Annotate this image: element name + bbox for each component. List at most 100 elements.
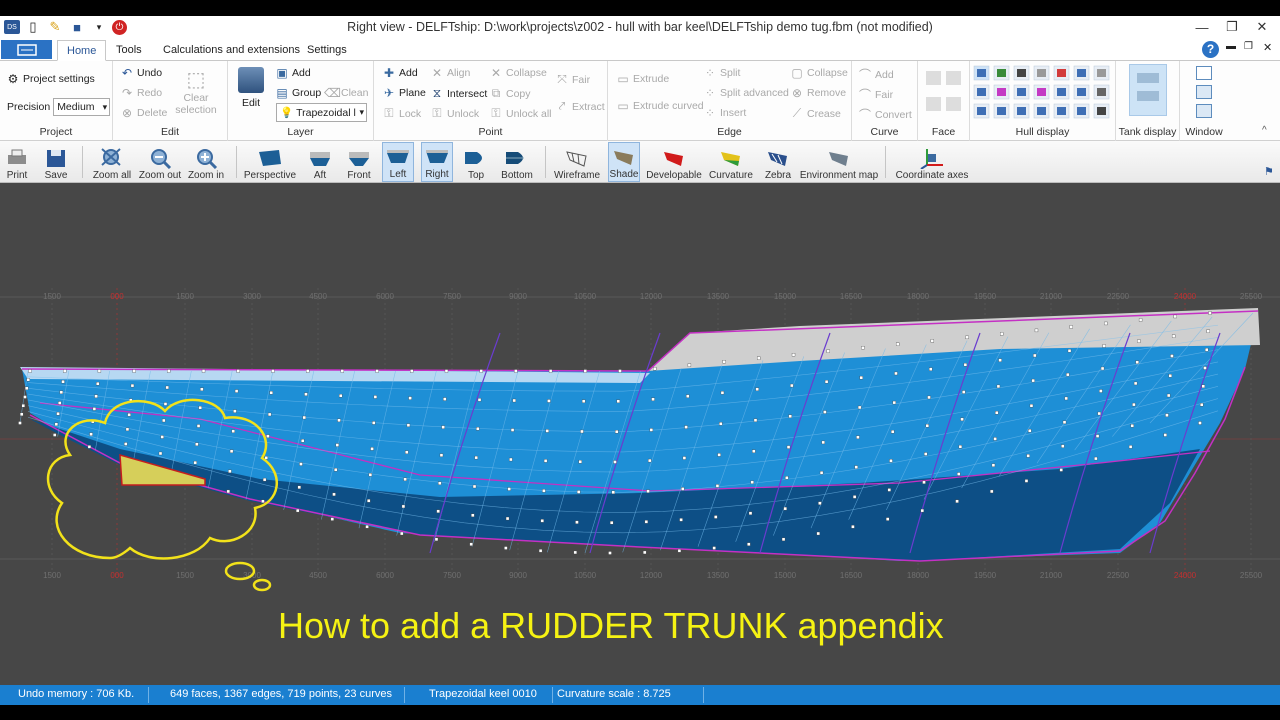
right-view-button[interactable]: Right	[421, 142, 453, 182]
face-mirror-icon[interactable]	[926, 97, 941, 111]
point-unlock-all-button[interactable]: ⚿ Unlock all	[489, 106, 551, 121]
minimize-button[interactable]: —	[1187, 16, 1217, 38]
face-icon[interactable]	[926, 71, 941, 85]
bottom-view-button[interactable]: Bottom	[498, 142, 536, 182]
control-point	[130, 383, 135, 388]
ruler-tick-label: 22500	[1107, 292, 1130, 301]
curvature-button[interactable]: Curvature	[708, 142, 754, 182]
perspective-view-button[interactable]: Perspective	[244, 142, 296, 182]
window-cascade-icon[interactable]	[1196, 104, 1212, 118]
app-logo-icon[interactable]: DS	[4, 20, 20, 34]
environment-map-button[interactable]: Environment map	[800, 142, 878, 182]
open-file-icon[interactable]: ✎	[46, 18, 64, 36]
control-point	[955, 499, 959, 503]
shade-button[interactable]: Shade	[608, 142, 640, 182]
face-extrude-icon[interactable]	[946, 97, 961, 111]
edge-extrude-button[interactable]: ▭ Extrude	[616, 72, 669, 86]
ribbon-close-icon[interactable]: ✕	[1263, 41, 1272, 54]
collapse-ribbon-icon[interactable]: ^	[1262, 125, 1267, 136]
new-file-icon[interactable]: ▯	[24, 18, 42, 36]
restore-button[interactable]: ❐	[1217, 16, 1247, 38]
group-point: ✚ Add ✈ Plane ⚿ Lock ✕ Align ⧖ Intersect…	[374, 61, 608, 141]
layer-add-button[interactable]: ▣ Add	[275, 66, 310, 80]
clear-selection-button[interactable]: ⬚ Clear selection	[175, 67, 217, 116]
point-fair-button[interactable]: ⤧ Fair	[555, 72, 590, 87]
point-unlock-button[interactable]: ⚿ Unlock	[430, 106, 479, 121]
layer-edit-label: Edit	[241, 97, 261, 109]
print-button[interactable]: Print	[2, 142, 32, 182]
edge-extrude-curved-button[interactable]: ▭ Extrude curved	[616, 99, 703, 113]
zoom-out-button[interactable]: Zoom out	[138, 142, 182, 182]
edge-collapse-button[interactable]: ▢ Collapse	[790, 66, 848, 80]
point-intersect-button[interactable]: ⧖ Intersect	[430, 86, 488, 101]
redo-button[interactable]: ↷ Redo	[120, 86, 162, 100]
precision-select[interactable]: Medium ▾	[53, 98, 111, 116]
ribbon-restore-icon[interactable]: ❐	[1244, 41, 1253, 52]
plane-icon: ✈	[383, 86, 395, 100]
tab-home[interactable]: Home	[57, 40, 107, 61]
control-point	[1198, 421, 1202, 425]
zoom-in-button[interactable]: Zoom in	[188, 142, 224, 182]
point-collapse-label: Collapse	[506, 67, 547, 79]
control-point	[1206, 329, 1210, 333]
top-view-button[interactable]: Top	[461, 142, 491, 182]
collapse-icon: ✕	[490, 66, 502, 80]
window-new-icon[interactable]	[1196, 66, 1212, 80]
edge-insert-button[interactable]: ⁘ Insert	[703, 106, 746, 120]
undo-button[interactable]: ↶ Undo	[120, 66, 162, 80]
hull-viewport[interactable]: 1500 000 1500 3000 4500 6000 7500 9000 10500 1200…	[0, 183, 1280, 685]
front-view-button[interactable]: Front	[343, 142, 375, 182]
layer-clean-button[interactable]: ⌫ Clean	[324, 86, 368, 100]
tank-display-icon[interactable]	[1129, 64, 1167, 116]
help-icon[interactable]: ?	[1202, 41, 1219, 58]
point-copy-button[interactable]: ⧉ Copy	[489, 86, 531, 101]
tab-settings[interactable]: Settings	[298, 40, 356, 61]
edge-split-button[interactable]: ⁘ Split	[703, 66, 740, 80]
point-align-button[interactable]: ✕ Align	[430, 66, 470, 80]
pin-icon[interactable]: ⚑	[1264, 165, 1274, 178]
control-point	[1094, 456, 1098, 461]
layer-group-button[interactable]: ▤ Group	[275, 86, 321, 100]
save-button[interactable]: Save	[40, 142, 72, 182]
point-collapse-button[interactable]: ✕ Collapse	[489, 66, 547, 80]
curve-add-button[interactable]: ⌒ Add	[858, 66, 894, 83]
control-point	[304, 392, 308, 396]
control-point	[613, 460, 617, 464]
dropdown-chevron-icon[interactable]: ▾	[90, 18, 108, 36]
tab-calculations[interactable]: Calculations and extensions	[154, 40, 309, 61]
layer-select[interactable]: 💡 Trapezoidal l ▾	[276, 103, 367, 122]
point-extract-button[interactable]: ⤤ Extract	[555, 99, 605, 114]
window-tile-icon[interactable]	[1196, 85, 1212, 99]
tab-tools[interactable]: Tools	[107, 40, 151, 61]
hull-display-icon-grid[interactable]	[970, 63, 1116, 123]
coordinate-axes-button[interactable]: Coordinate axes	[895, 142, 969, 182]
save-file-icon[interactable]: ■	[68, 18, 86, 36]
face-flip-icon[interactable]	[946, 71, 961, 85]
point-add-button[interactable]: ✚ Add	[382, 66, 418, 80]
delete-button[interactable]: ⊗ Delete	[120, 106, 167, 120]
curve-convert-button[interactable]: ⌒ Convert	[858, 106, 912, 123]
curve-fair-button[interactable]: ⌒ Fair	[858, 86, 893, 103]
left-view-button[interactable]: Left	[382, 142, 414, 182]
wireframe-button[interactable]: Wireframe	[553, 142, 601, 182]
control-point	[158, 451, 163, 456]
layer-edit-button[interactable]: Edit	[233, 67, 269, 109]
aft-view-button[interactable]: Aft	[305, 142, 335, 182]
close-button[interactable]: ✕	[1247, 16, 1277, 38]
zoom-all-button[interactable]: Zoom all	[92, 142, 132, 182]
point-plane-button[interactable]: ✈ Plane	[382, 86, 426, 100]
ribbon-minimize-icon[interactable]: ▬	[1226, 41, 1236, 52]
file-menu-button[interactable]	[1, 40, 52, 59]
control-point	[608, 551, 612, 555]
edge-remove-button[interactable]: ⊗ Remove	[790, 86, 846, 100]
point-lock-button[interactable]: ⚿ Lock	[382, 106, 421, 121]
control-point	[198, 405, 202, 410]
project-settings-button[interactable]: ⚙ Project settings	[6, 72, 95, 86]
zebra-button[interactable]: Zebra	[762, 142, 794, 182]
developable-button[interactable]: Developable	[646, 142, 702, 182]
edge-crease-button[interactable]: ⟋ Crease	[790, 106, 841, 121]
window-title: Right view - DELFTship: D:\work\projects…	[347, 20, 933, 34]
exit-icon[interactable]: ⏻	[112, 19, 127, 35]
edge-split-advanced-button[interactable]: ⁘ Split advanced	[703, 86, 789, 100]
control-point	[1064, 396, 1068, 401]
